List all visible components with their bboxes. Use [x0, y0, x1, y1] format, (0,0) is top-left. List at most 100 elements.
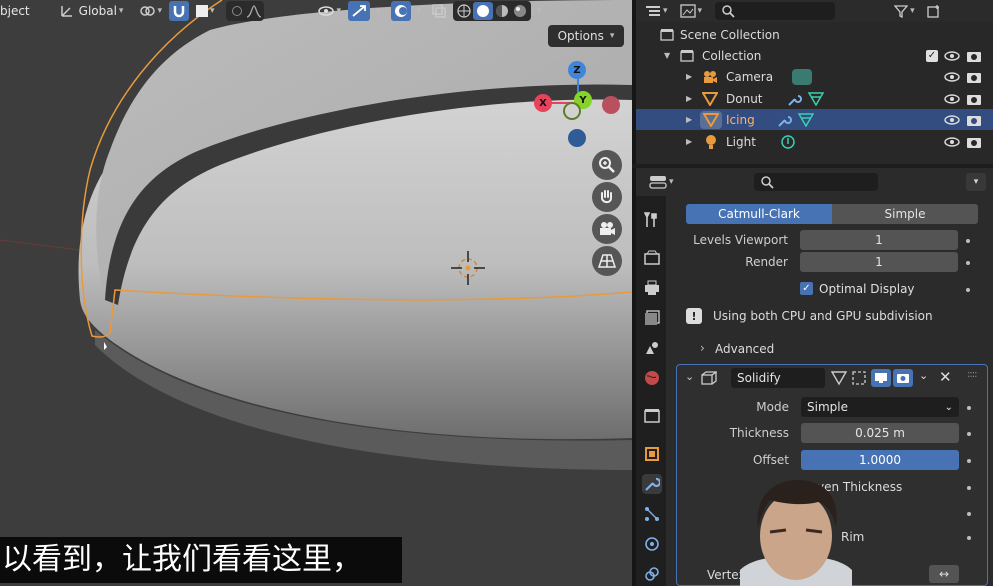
physics-tab[interactable] — [642, 534, 662, 554]
zoom-button[interactable] — [592, 150, 622, 180]
shading-modes[interactable] — [453, 1, 532, 21]
expand-down-icon[interactable]: ▼ — [664, 51, 670, 60]
mode-select[interactable]: Simple ⌄ — [801, 397, 959, 417]
expand-right-icon[interactable]: ▶ — [686, 94, 692, 103]
proportional-edit-group[interactable] — [225, 1, 264, 21]
wireframe-shading-icon[interactable] — [455, 3, 473, 19]
expand-right-icon[interactable]: ▶ — [686, 72, 692, 81]
solid-shading-icon[interactable] — [473, 2, 494, 20]
invert-arrows-icon[interactable]: ↔ — [929, 565, 959, 583]
expand-right-icon[interactable]: ▶ — [686, 115, 692, 124]
eye-icon[interactable] — [944, 114, 960, 126]
world-tab[interactable] — [642, 368, 662, 388]
keyframe-dot-icon[interactable] — [967, 512, 971, 516]
thickness-field[interactable]: 0.025 m — [801, 423, 959, 443]
perspective-toggle-button[interactable] — [592, 246, 622, 276]
mode-label[interactable]: bject — [0, 4, 30, 18]
keyframe-dot-icon[interactable] — [967, 486, 971, 490]
eye-icon[interactable] — [944, 93, 960, 105]
keyframe-dot-icon[interactable] — [967, 406, 971, 410]
render-tab[interactable] — [642, 248, 662, 268]
navigation-gizmo[interactable]: Z X Y — [530, 58, 630, 153]
falloff-icon[interactable] — [246, 4, 262, 18]
particles-tab[interactable] — [642, 504, 662, 524]
eye-icon[interactable] — [944, 136, 960, 148]
cage-toggle-icon[interactable] — [851, 370, 867, 386]
options-dropdown[interactable]: Options ▾ — [548, 25, 624, 47]
catmull-clark-tab[interactable]: Catmull-Clark — [686, 204, 832, 224]
render-toggle[interactable] — [893, 369, 913, 387]
pan-button[interactable] — [592, 182, 622, 212]
display-mode-dropdown[interactable]: ▾ — [642, 1, 671, 21]
gizmo-neg-z-axis[interactable] — [568, 129, 586, 147]
filter-dropdown[interactable]: ▾ — [891, 1, 918, 21]
visibility-dropdown[interactable]: ▾ — [314, 1, 345, 21]
outliner-item-donut[interactable]: ▶ Donut — [636, 88, 993, 109]
rendered-shading-icon[interactable] — [511, 3, 529, 19]
tool-tab[interactable] — [642, 210, 662, 230]
levels-viewport-field[interactable]: 1 — [800, 230, 958, 250]
checkbox-icon[interactable]: ✓ — [926, 49, 938, 62]
eye-icon[interactable] — [944, 50, 960, 62]
material-shading-icon[interactable] — [493, 3, 511, 19]
chevron-down-icon[interactable]: ▾ — [417, 6, 422, 16]
snap-toggle[interactable] — [168, 1, 189, 21]
modifier-name-field[interactable]: Solidify — [731, 368, 825, 388]
wrench-modifier-icon[interactable] — [786, 92, 802, 106]
offset-field[interactable]: 1.0000 — [801, 450, 959, 470]
chevron-down-icon[interactable]: ▾ — [966, 173, 986, 191]
object-tab[interactable] — [642, 444, 662, 464]
simple-tab[interactable]: Simple — [832, 204, 978, 224]
viewport-display-toggle[interactable] — [871, 369, 891, 387]
gizmo-z-axis[interactable]: Z — [568, 61, 586, 79]
proportional-edit-icon[interactable] — [231, 6, 242, 16]
outliner-search-input[interactable] — [715, 2, 836, 20]
gizmo-neg-x-axis[interactable] — [602, 96, 620, 114]
keyframe-dot-icon[interactable] — [967, 432, 971, 436]
modifiers-tab[interactable] — [642, 474, 662, 494]
view-layer-tab[interactable] — [642, 308, 662, 328]
constraints-tab[interactable] — [642, 564, 662, 584]
outliner-item-collection[interactable]: ▼ Collection ✓ — [636, 45, 993, 66]
chevron-down-icon[interactable]: ▾ — [376, 6, 381, 16]
keyframe-dot-icon[interactable] — [967, 536, 971, 540]
editor-type-dropdown[interactable]: ▾ — [646, 172, 677, 192]
edit-mode-toggle-icon[interactable] — [831, 370, 847, 386]
mesh-data-icon[interactable] — [808, 91, 824, 106]
collapse-chevron-icon[interactable]: ⌄ — [685, 370, 694, 383]
camera-view-button[interactable] — [592, 214, 622, 244]
render-camera-icon[interactable] — [966, 49, 982, 63]
output-tab[interactable] — [642, 278, 662, 298]
properties-search-input[interactable] — [754, 173, 878, 191]
keyframe-dot-icon[interactable] — [966, 288, 970, 292]
outliner-item-camera[interactable]: ▶ Camera — [636, 66, 993, 87]
gizmo-toggle[interactable] — [348, 1, 371, 21]
overlays-toggle[interactable] — [390, 1, 411, 21]
drag-handle-icon[interactable]: :::: — [967, 369, 978, 380]
advanced-subpanel-header[interactable]: › Advanced — [670, 339, 990, 361]
light-data-icon[interactable] — [780, 134, 796, 150]
outliner-item-scene-collection[interactable]: Scene Collection — [636, 24, 993, 45]
render-camera-icon[interactable] — [966, 70, 982, 84]
keyframe-dot-icon[interactable] — [966, 239, 970, 243]
chevron-down-icon[interactable]: ⌄ — [919, 369, 928, 382]
transform-orientation-dropdown[interactable]: Global ▾ — [56, 1, 127, 21]
render-camera-icon[interactable] — [966, 92, 982, 106]
eye-icon[interactable] — [944, 71, 960, 83]
new-collection-button[interactable] — [924, 1, 944, 21]
chevron-down-icon[interactable]: ▾ — [537, 6, 542, 16]
keyframe-dot-icon[interactable] — [967, 459, 971, 463]
render-levels-field[interactable]: 1 — [800, 252, 958, 272]
render-camera-icon[interactable] — [966, 135, 982, 149]
camera-data-icon[interactable] — [792, 68, 812, 85]
filter-type-dropdown[interactable]: ▾ — [677, 1, 706, 21]
scene-tab[interactable] — [642, 338, 662, 358]
3d-viewport[interactable]: bject Global ▾ ▾ ▾ ▾ ▾ ▾ ▾ Options ▾ Z X… — [0, 0, 632, 586]
outliner-item-icing[interactable]: ▶ Icing — [636, 109, 993, 130]
gizmo-x-axis[interactable]: X — [534, 94, 552, 112]
expand-right-icon[interactable]: ▶ — [686, 137, 692, 146]
render-camera-icon[interactable] — [966, 113, 982, 127]
mesh-data-icon[interactable] — [798, 112, 814, 127]
close-icon[interactable]: ✕ — [939, 368, 952, 386]
keyframe-dot-icon[interactable] — [966, 261, 970, 265]
